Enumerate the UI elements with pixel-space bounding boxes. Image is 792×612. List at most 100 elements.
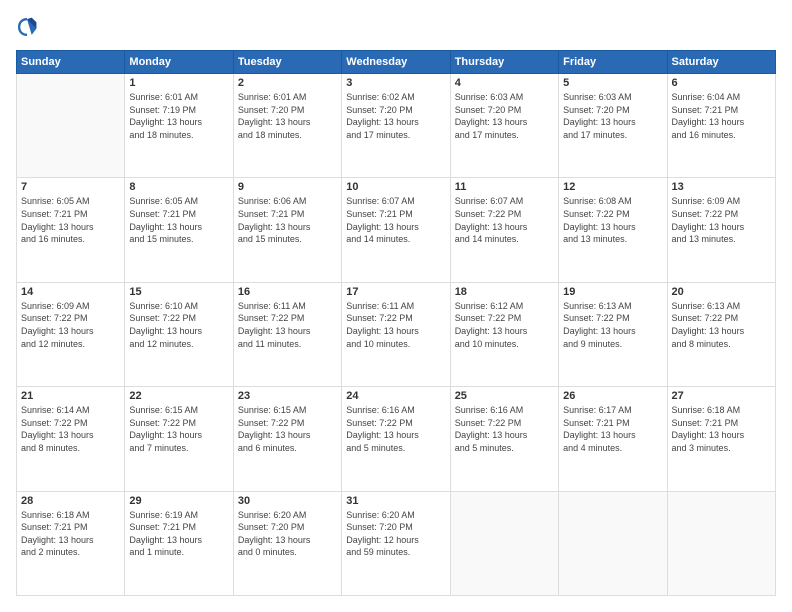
col-header-monday: Monday — [125, 51, 233, 74]
day-info: Sunrise: 6:18 AM Sunset: 7:21 PM Dayligh… — [672, 404, 771, 454]
col-header-wednesday: Wednesday — [342, 51, 450, 74]
header — [16, 16, 776, 38]
day-number: 17 — [346, 286, 445, 298]
day-cell: 5 Sunrise: 6:03 AM Sunset: 7:20 PM Daylig… — [559, 74, 667, 178]
day-cell: 14 Sunrise: 6:09 AM Sunset: 7:22 PM Dayli… — [17, 282, 125, 386]
day-cell: 19 Sunrise: 6:13 AM Sunset: 7:22 PM Dayli… — [559, 282, 667, 386]
day-cell — [450, 491, 558, 595]
day-cell: 26 Sunrise: 6:17 AM Sunset: 7:21 PM Dayli… — [559, 387, 667, 491]
day-number: 10 — [346, 181, 445, 193]
day-cell: 23 Sunrise: 6:15 AM Sunset: 7:22 PM Dayli… — [233, 387, 341, 491]
day-number: 26 — [563, 390, 662, 402]
day-info: Sunrise: 6:05 AM Sunset: 7:21 PM Dayligh… — [21, 195, 120, 245]
day-number: 4 — [455, 77, 554, 89]
day-cell: 24Sunrise: 6:16 AM Sunset: 7:22 PM Dayli… — [342, 387, 450, 491]
day-info: Sunrise: 6:07 AM Sunset: 7:21 PM Dayligh… — [346, 195, 445, 245]
day-cell: 31 Sunrise: 6:20 AM Sunset: 7:20 PM Dayli… — [342, 491, 450, 595]
day-cell: 20Sunrise: 6:13 AM Sunset: 7:22 PM Dayli… — [667, 282, 775, 386]
day-cell: 29 Sunrise: 6:19 AM Sunset: 7:21 PM Dayli… — [125, 491, 233, 595]
day-number: 22 — [129, 390, 228, 402]
day-number: 15 — [129, 286, 228, 298]
week-row-5: 28Sunrise: 6:18 AM Sunset: 7:21 PM Dayli… — [17, 491, 776, 595]
day-number: 21 — [21, 390, 120, 402]
day-info: Sunrise: 6:09 AM Sunset: 7:22 PM Dayligh… — [21, 300, 120, 350]
day-info: Sunrise: 6:12 AM Sunset: 7:22 PM Dayligh… — [455, 300, 554, 350]
day-info: Sunrise: 6:17 AM Sunset: 7:21 PM Dayligh… — [563, 404, 662, 454]
day-cell: 22 Sunrise: 6:15 AM Sunset: 7:22 PM Dayli… — [125, 387, 233, 491]
day-info: Sunrise: 6:13 AM Sunset: 7:22 PM Dayligh… — [563, 300, 662, 350]
day-info: Sunrise: 6:05 AM Sunset: 7:21 PM Dayligh… — [129, 195, 228, 245]
col-header-friday: Friday — [559, 51, 667, 74]
logo-icon — [16, 16, 38, 38]
day-number: 18 — [455, 286, 554, 298]
day-cell — [667, 491, 775, 595]
day-number: 9 — [238, 181, 337, 193]
day-number: 2 — [238, 77, 337, 89]
day-info: Sunrise: 6:20 AM Sunset: 7:20 PM Dayligh… — [346, 509, 445, 559]
day-info: Sunrise: 6:03 AM Sunset: 7:20 PM Dayligh… — [563, 91, 662, 141]
day-number: 20 — [672, 286, 771, 298]
day-info: Sunrise: 6:06 AM Sunset: 7:21 PM Dayligh… — [238, 195, 337, 245]
day-number: 13 — [672, 181, 771, 193]
day-cell: 13 Sunrise: 6:09 AM Sunset: 7:22 PM Dayli… — [667, 178, 775, 282]
logo — [16, 16, 42, 38]
day-number: 25 — [455, 390, 554, 402]
day-number: 6 — [672, 77, 771, 89]
header-row: SundayMondayTuesdayWednesdayThursdayFrid… — [17, 51, 776, 74]
day-number: 12 — [563, 181, 662, 193]
day-info: Sunrise: 6:08 AM Sunset: 7:22 PM Dayligh… — [563, 195, 662, 245]
day-cell: 9 Sunrise: 6:06 AM Sunset: 7:21 PM Daylig… — [233, 178, 341, 282]
day-cell: 2Sunrise: 6:01 AM Sunset: 7:20 PM Daylig… — [233, 74, 341, 178]
day-number: 23 — [238, 390, 337, 402]
day-cell: 3 Sunrise: 6:02 AM Sunset: 7:20 PM Daylig… — [342, 74, 450, 178]
day-info: Sunrise: 6:04 AM Sunset: 7:21 PM Dayligh… — [672, 91, 771, 141]
day-number: 28 — [21, 495, 120, 507]
week-row-2: 7 Sunrise: 6:05 AM Sunset: 7:21 PM Daylig… — [17, 178, 776, 282]
day-cell: 6 Sunrise: 6:04 AM Sunset: 7:21 PM Daylig… — [667, 74, 775, 178]
day-info: Sunrise: 6:15 AM Sunset: 7:22 PM Dayligh… — [238, 404, 337, 454]
col-header-thursday: Thursday — [450, 51, 558, 74]
day-cell: 15 Sunrise: 6:10 AM Sunset: 7:22 PM Dayli… — [125, 282, 233, 386]
day-info: Sunrise: 6:20 AM Sunset: 7:20 PM Dayligh… — [238, 509, 337, 559]
day-number: 14 — [21, 286, 120, 298]
day-number: 3 — [346, 77, 445, 89]
day-info: Sunrise: 6:03 AM Sunset: 7:20 PM Dayligh… — [455, 91, 554, 141]
day-number: 27 — [672, 390, 771, 402]
day-cell: 10 Sunrise: 6:07 AM Sunset: 7:21 PM Dayli… — [342, 178, 450, 282]
day-info: Sunrise: 6:15 AM Sunset: 7:22 PM Dayligh… — [129, 404, 228, 454]
day-number: 5 — [563, 77, 662, 89]
col-header-tuesday: Tuesday — [233, 51, 341, 74]
day-cell: 25 Sunrise: 6:16 AM Sunset: 7:22 PM Dayli… — [450, 387, 558, 491]
day-cell: 28Sunrise: 6:18 AM Sunset: 7:21 PM Dayli… — [17, 491, 125, 595]
day-cell: 17 Sunrise: 6:11 AM Sunset: 7:22 PM Dayli… — [342, 282, 450, 386]
day-number: 16 — [238, 286, 337, 298]
day-info: Sunrise: 6:02 AM Sunset: 7:20 PM Dayligh… — [346, 91, 445, 141]
day-cell: 12 Sunrise: 6:08 AM Sunset: 7:22 PM Dayli… — [559, 178, 667, 282]
week-row-1: 1Sunrise: 6:01 AM Sunset: 7:19 PM Daylig… — [17, 74, 776, 178]
day-info: Sunrise: 6:16 AM Sunset: 7:22 PM Dayligh… — [455, 404, 554, 454]
day-info: Sunrise: 6:11 AM Sunset: 7:22 PM Dayligh… — [238, 300, 337, 350]
day-cell: 7 Sunrise: 6:05 AM Sunset: 7:21 PM Daylig… — [17, 178, 125, 282]
day-cell: 1Sunrise: 6:01 AM Sunset: 7:19 PM Daylig… — [125, 74, 233, 178]
day-info: Sunrise: 6:09 AM Sunset: 7:22 PM Dayligh… — [672, 195, 771, 245]
day-info: Sunrise: 6:19 AM Sunset: 7:21 PM Dayligh… — [129, 509, 228, 559]
day-cell: 27 Sunrise: 6:18 AM Sunset: 7:21 PM Dayli… — [667, 387, 775, 491]
day-info: Sunrise: 6:10 AM Sunset: 7:22 PM Dayligh… — [129, 300, 228, 350]
week-row-4: 21 Sunrise: 6:14 AM Sunset: 7:22 PM Dayli… — [17, 387, 776, 491]
day-info: Sunrise: 6:14 AM Sunset: 7:22 PM Dayligh… — [21, 404, 120, 454]
day-info: Sunrise: 6:01 AM Sunset: 7:19 PM Dayligh… — [129, 91, 228, 141]
day-cell: 8Sunrise: 6:05 AM Sunset: 7:21 PM Daylig… — [125, 178, 233, 282]
day-number: 31 — [346, 495, 445, 507]
day-number: 7 — [21, 181, 120, 193]
day-cell — [17, 74, 125, 178]
page: SundayMondayTuesdayWednesdayThursdayFrid… — [0, 0, 792, 612]
day-info: Sunrise: 6:07 AM Sunset: 7:22 PM Dayligh… — [455, 195, 554, 245]
col-header-sunday: Sunday — [17, 51, 125, 74]
day-number: 19 — [563, 286, 662, 298]
day-cell — [559, 491, 667, 595]
day-cell: 30 Sunrise: 6:20 AM Sunset: 7:20 PM Dayli… — [233, 491, 341, 595]
day-info: Sunrise: 6:11 AM Sunset: 7:22 PM Dayligh… — [346, 300, 445, 350]
day-cell: 21 Sunrise: 6:14 AM Sunset: 7:22 PM Dayli… — [17, 387, 125, 491]
day-number: 30 — [238, 495, 337, 507]
day-number: 29 — [129, 495, 228, 507]
